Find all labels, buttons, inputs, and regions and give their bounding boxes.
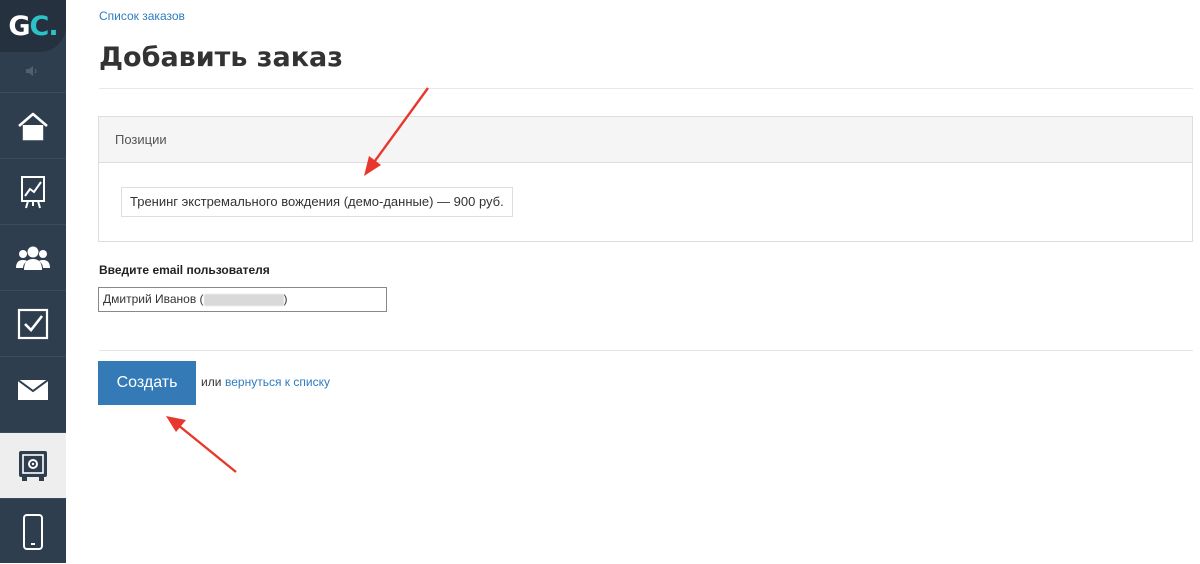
sidebar: G C.: [0, 0, 66, 563]
page-title: Добавить заказ: [99, 42, 343, 73]
phone-icon: [23, 513, 43, 550]
mail-icon: [17, 378, 49, 400]
logo-accent-text: C.: [29, 10, 59, 42]
speaker-icon[interactable]: [0, 60, 66, 82]
home-icon: [18, 112, 48, 140]
email-field-label: Введите email пользователя: [99, 263, 270, 277]
position-item[interactable]: Тренинг экстремального вождения (демо-да…: [121, 187, 513, 217]
sidebar-item-messages[interactable]: [0, 356, 66, 422]
breadcrumb-orders-list[interactable]: Список заказов: [99, 9, 185, 23]
or-text: или: [201, 375, 222, 389]
chart-icon: [21, 175, 45, 208]
sidebar-item-sales[interactable]: [0, 432, 66, 498]
create-button[interactable]: Создать: [98, 361, 196, 405]
logo[interactable]: G C.: [0, 0, 66, 52]
annotation-arrows: [166, 87, 429, 473]
divider: [99, 350, 1193, 351]
sidebar-item-home[interactable]: [0, 92, 66, 158]
back-to-list-link[interactable]: вернуться к списку: [225, 375, 330, 389]
email-field-value: Дмитрий Иванов (: [103, 292, 204, 306]
checkbox-icon: [17, 308, 49, 339]
redacted-email: [203, 293, 284, 306]
annotation-arrow-icon: [166, 416, 237, 473]
sidebar-item-mobile[interactable]: [0, 498, 66, 564]
sidebar-item-tasks[interactable]: [0, 290, 66, 356]
email-field[interactable]: Дмитрий Иванов (): [98, 287, 387, 312]
sidebar-item-reports[interactable]: [0, 158, 66, 224]
users-icon: [16, 246, 50, 270]
divider: [99, 88, 1193, 89]
sidebar-item-users[interactable]: [0, 224, 66, 290]
safe-icon: [19, 450, 47, 481]
positions-panel-header: Позиции: [99, 117, 1192, 163]
email-field-value-suffix: ): [283, 292, 288, 306]
positions-panel: Позиции Тренинг экстремального вождения …: [98, 116, 1193, 242]
logo-text: G: [8, 10, 30, 42]
